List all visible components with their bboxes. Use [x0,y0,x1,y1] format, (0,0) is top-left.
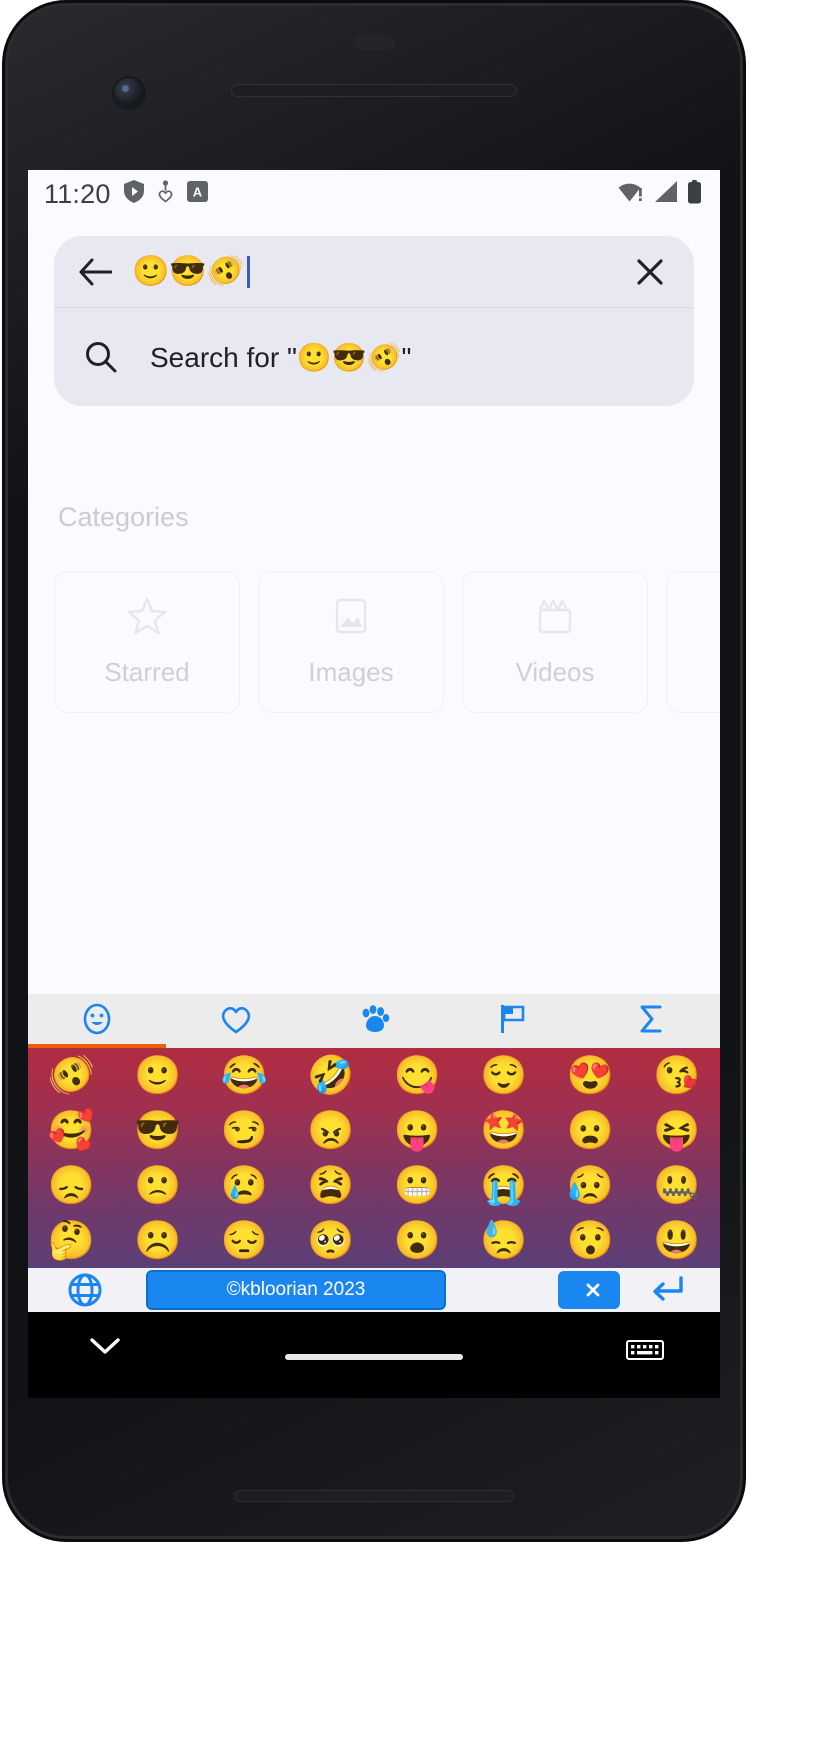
emoji-key[interactable]: 😘 [653,1057,700,1095]
category-strip[interactable]: Starred Images Videos [28,571,720,713]
keyboard-bottom-bar: ©kbloorian 2023 [28,1268,720,1312]
enter-return-icon[interactable] [636,1271,698,1309]
battery-full-icon [687,179,702,209]
phone-frame: 11:20 A 🙂😎🫨 Search for "🙂😎🫨" Categories … [0,0,820,1744]
search-input-value: 🙂😎🫨 [132,254,245,288]
categories-title: Categories [58,502,189,532]
heart-person-icon [157,180,174,208]
tab-symbols[interactable] [582,994,720,1048]
emoji-key[interactable]: 😫 [307,1167,354,1205]
emoji-key[interactable]: 😍 [567,1057,614,1095]
keyboard-tab-bar [28,994,720,1048]
front-camera-icon [114,78,144,108]
tab-animals[interactable] [305,994,443,1048]
emoji-key[interactable]: ☹️ [134,1222,181,1260]
category-card-starred[interactable]: Starred [54,571,240,713]
emoji-key[interactable]: 😝 [653,1112,700,1150]
emoji-key[interactable]: 😃 [653,1222,700,1260]
tab-flags[interactable] [443,994,581,1048]
emoji-key[interactable]: 😬 [394,1167,441,1205]
chevron-down-icon[interactable] [88,1334,122,1363]
emoji-key[interactable]: 🤩 [480,1112,527,1150]
search-panel: 🙂😎🫨 Search for "🙂😎🫨" [54,236,694,406]
emoji-key[interactable]: 😞 [48,1167,95,1205]
phone-screen: 11:20 A 🙂😎🫨 Search for "🙂😎🫨" Categories … [28,170,720,1312]
emoji-key[interactable]: 🤣 [307,1057,354,1095]
search-suggestion-text: Search for "🙂😎🫨" [150,341,412,373]
heart-outline-icon [220,1004,252,1039]
emoji-key[interactable]: 🥰 [48,1112,95,1150]
search-icon [84,340,126,374]
keyboard-icon[interactable] [626,1338,664,1367]
emoji-key[interactable]: 😦 [567,1112,614,1150]
emoji-key[interactable]: 😌 [480,1057,527,1095]
emoji-key[interactable]: 😢 [221,1167,268,1205]
active-tab-indicator [28,1044,167,1048]
emoji-key[interactable]: 🥺 [307,1222,354,1260]
status-clock: 11:20 [44,178,111,209]
emoji-key[interactable]: 😮 [394,1222,441,1260]
category-card-images[interactable]: Images [258,571,444,713]
emoji-key[interactable]: 🤐 [653,1167,700,1205]
backspace-x-icon[interactable] [558,1271,620,1309]
emoji-key[interactable]: 🤔 [48,1222,95,1260]
emoji-key[interactable]: 😋 [394,1057,441,1095]
content-area: Categories Starred Images Videos [28,406,720,713]
emoji-key[interactable]: 😏 [221,1112,268,1150]
status-bar: 11:20 A [28,170,720,218]
category-card-videos[interactable]: Videos [462,571,648,713]
search-input-row[interactable]: 🙂😎🫨 [54,236,694,308]
android-nav-bar [28,1312,720,1398]
emoji-key[interactable]: 🙂 [134,1057,181,1095]
clapperboard-outline-icon [535,596,575,641]
emoji-keyboard: 🫨 🙂 😂 🤣 😋 😌 😍 😘 🥰 😎 😏 😠 😛 🤩 😦 😝 😞 🙁 😢 😫 😬 😭 😥 🤐 🤔 ☹️ 😔 🥺 😮 😓 😯 😃 ©kbloo… [28,994,720,1312]
status-right-icon-group [618,179,702,209]
tab-smileys[interactable] [28,994,166,1048]
image-outline-icon [331,596,371,641]
tab-hearts[interactable] [166,994,304,1048]
category-label: Videos [515,657,595,687]
emoji-key[interactable]: 🙁 [134,1167,181,1205]
emoji-key[interactable]: 😛 [394,1112,441,1150]
svg-text:A: A [192,185,202,200]
paw-print-icon [358,1004,390,1039]
search-suggestion-row[interactable]: Search for "🙂😎🫨" [54,308,694,406]
back-arrow-icon[interactable] [72,249,118,295]
category-label: Images [308,657,394,687]
emoji-key[interactable]: 🫨 [48,1057,95,1095]
cellular-signal-icon [654,180,678,208]
emoji-grid[interactable]: 🫨 🙂 😂 🤣 😋 😌 😍 😘 🥰 😎 😏 😠 😛 🤩 😦 😝 😞 🙁 😢 😫 😬 😭 😥 🤐 🤔 ☹️ 😔 🥺 😮 😓 😯 😃 [28,1048,720,1268]
emoji-key[interactable]: 😭 [480,1167,527,1205]
emoji-key[interactable]: 😥 [567,1167,614,1205]
shield-play-icon [123,180,144,208]
notch-slot [353,36,395,50]
bottom-speaker-grille [234,1490,514,1502]
app-badge-a-icon: A [186,181,208,207]
category-label: Starred [104,657,190,687]
emoji-key[interactable]: 😓 [480,1222,527,1260]
search-input[interactable]: 🙂😎🫨 [132,254,628,288]
text-caret [247,255,251,288]
sigma-symbol-icon [636,1003,666,1040]
emoji-key[interactable]: 😎 [134,1112,181,1150]
star-outline-icon [127,596,167,641]
globe-language-icon[interactable] [50,1271,120,1309]
status-left-icon-group: A [123,180,208,208]
category-card-partial[interactable] [666,571,720,713]
emoji-key[interactable]: 😂 [221,1057,268,1095]
close-x-icon[interactable] [628,250,672,294]
home-gesture-pill[interactable] [285,1354,463,1360]
emoji-key[interactable]: 😠 [307,1112,354,1150]
smiley-face-icon [81,1003,113,1040]
flag-icon [497,1003,527,1040]
wifi-no-internet-icon [618,180,645,208]
emoji-key[interactable]: 😔 [221,1222,268,1260]
keyboard-suggestion-chip[interactable]: ©kbloorian 2023 [146,1270,446,1310]
earpiece-speaker [231,84,517,97]
emoji-key[interactable]: 😯 [567,1222,614,1260]
